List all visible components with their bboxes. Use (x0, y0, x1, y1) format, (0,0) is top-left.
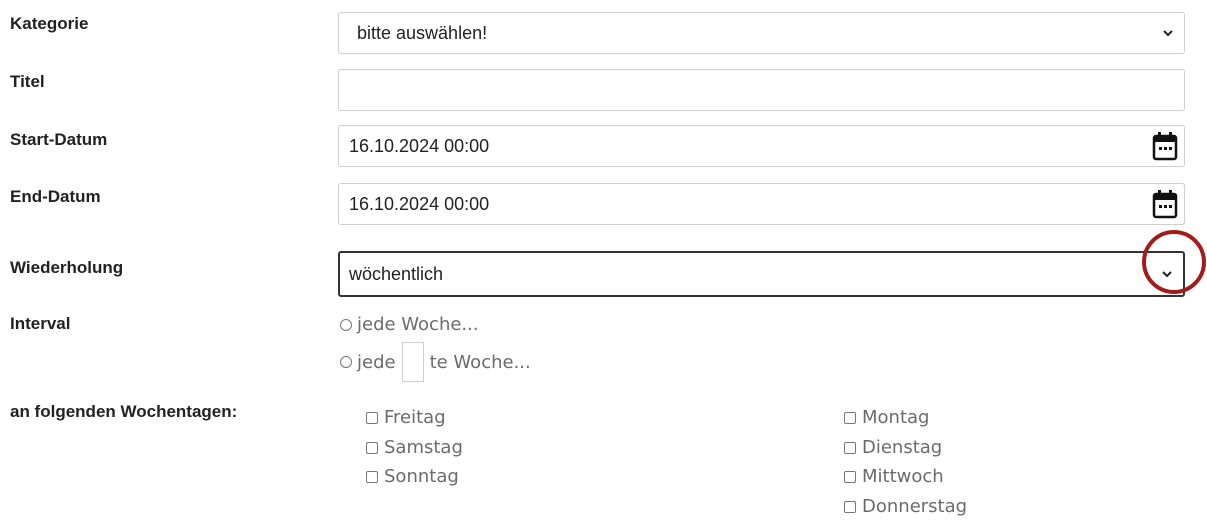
end-datum-input[interactable]: 16.10.2024 00:00 (338, 183, 1185, 225)
checkbox[interactable] (366, 470, 378, 483)
weekday-mittwoch[interactable]: Mittwoch (844, 466, 944, 487)
calendar-icon[interactable] (1152, 131, 1178, 161)
weekday-label: Sonntag (384, 466, 459, 487)
checkbox[interactable] (844, 411, 856, 424)
weekday-label: Donnerstag (862, 496, 968, 517)
radio-button[interactable] (340, 356, 352, 368)
weekday-sonntag[interactable]: Sonntag (366, 466, 459, 487)
wiederholung-select[interactable]: wöchentlich (338, 251, 1185, 297)
wiederholung-value: wöchentlich (349, 263, 444, 284)
interval-option-weekly-label: jede Woche... (357, 314, 479, 335)
checkbox[interactable] (366, 441, 378, 454)
checkbox[interactable] (844, 441, 856, 454)
radio-button[interactable] (340, 318, 352, 331)
weekday-label: Mittwoch (862, 466, 944, 487)
weekday-label: Dienstag (862, 437, 943, 458)
weekday-label: Freitag (384, 407, 446, 428)
checkbox[interactable] (844, 500, 856, 513)
start-datum-value: 16.10.2024 00:00 (349, 135, 490, 156)
interval-label: Interval (10, 314, 71, 333)
chevron-down-icon (1161, 268, 1173, 280)
start-datum-label: Start-Datum (10, 130, 108, 149)
wochentage-label: an folgenden Wochentagen: (10, 402, 238, 421)
titel-input[interactable] (338, 69, 1185, 111)
interval-option-suffix: te Woche... (429, 351, 531, 373)
weekday-label: Montag (862, 407, 930, 428)
weekday-donnerstag[interactable]: Donnerstag (844, 496, 967, 517)
interval-option-prefix: jede (357, 351, 396, 373)
weekday-montag[interactable]: Montag (844, 407, 929, 428)
end-datum-label: End-Datum (10, 187, 101, 206)
weekday-label: Samstag (384, 437, 463, 458)
checkbox[interactable] (366, 411, 378, 424)
weekday-dienstag[interactable]: Dienstag (844, 437, 942, 458)
interval-option-weekly[interactable]: jede Woche... (340, 314, 479, 335)
kategorie-label: Kategorie (10, 14, 89, 33)
wiederholung-label: Wiederholung (10, 258, 124, 277)
checkbox[interactable] (844, 470, 856, 483)
titel-label: Titel (10, 72, 45, 91)
start-datum-input[interactable]: 16.10.2024 00:00 (338, 125, 1185, 167)
kategorie-value: bitte auswählen! (357, 22, 488, 43)
interval-option-nth-week[interactable]: jede te Woche... (340, 342, 531, 382)
interval-number-input[interactable] (401, 342, 424, 382)
weekday-samstag[interactable]: Samstag (366, 437, 463, 458)
chevron-down-icon (1162, 27, 1174, 39)
end-datum-value: 16.10.2024 00:00 (349, 193, 490, 214)
weekday-freitag[interactable]: Freitag (366, 407, 446, 428)
kategorie-select[interactable]: bitte auswählen! (338, 12, 1185, 54)
calendar-icon[interactable] (1152, 189, 1178, 219)
